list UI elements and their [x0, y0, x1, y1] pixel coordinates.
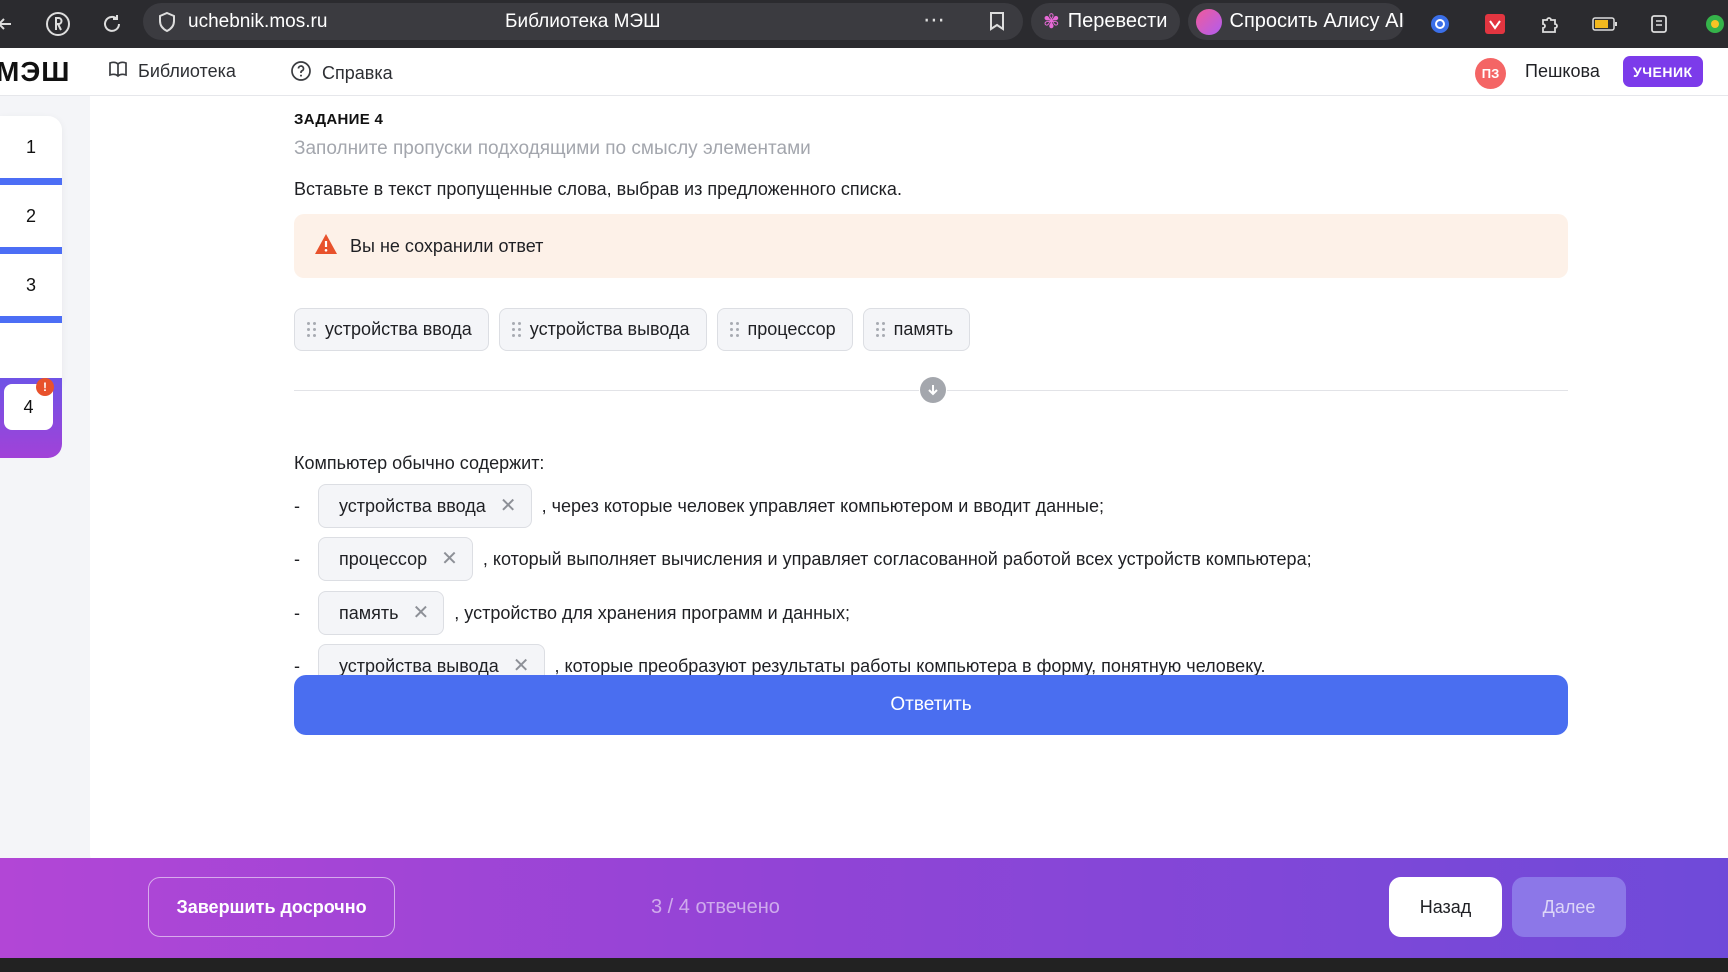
option-chip[interactable]: устройства ввода	[294, 308, 489, 351]
row-dash: -	[294, 495, 300, 516]
remove-icon[interactable]: ✕	[413, 603, 430, 623]
row-dash: -	[294, 655, 300, 676]
alice-icon	[1196, 8, 1222, 35]
drag-handle-icon	[307, 322, 316, 337]
nav-help[interactable]: Справка	[290, 60, 393, 87]
option-chip[interactable]: память	[862, 308, 971, 351]
option-chips: устройства ввода устройства вывода проце…	[294, 308, 971, 351]
text-intro: Компьютер обычно содержит:	[294, 453, 545, 473]
question-1-button[interactable]: 1	[0, 116, 62, 178]
task-card: ЗАДАНИЕ 4 Заполните пропуски подходящими…	[90, 96, 1728, 868]
nav-library[interactable]: Библиотека	[108, 60, 236, 83]
drag-handle-icon	[729, 322, 739, 337]
browser-extension-icon[interactable]	[1700, 9, 1728, 39]
avatar[interactable]: ПЗ	[1475, 58, 1506, 89]
question-1-progress	[0, 178, 62, 185]
yandex-icon[interactable]	[43, 9, 73, 39]
extension-red-icon[interactable]	[1480, 9, 1510, 39]
task-instruction: Вставьте в текст пропущенные слова, выбр…	[294, 179, 902, 199]
remove-icon[interactable]: ✕	[441, 549, 458, 569]
role-badge: УЧЕНИК	[1623, 56, 1703, 87]
filled-gap[interactable]: устройства ввода ✕	[318, 484, 532, 528]
option-chip[interactable]: устройства вывода	[498, 308, 707, 351]
next-button[interactable]: Далее	[1512, 877, 1626, 937]
row-dash: -	[294, 548, 300, 569]
option-chip[interactable]: процессор	[716, 308, 853, 351]
question-2-button[interactable]: 2	[0, 185, 62, 247]
gap-row: - процессор ✕ , который выполняет вычисл…	[294, 537, 1312, 581]
bottom-bar: Завершить досрочно 3 / 4 отвечено Назад …	[0, 858, 1728, 958]
gap-row: - память ✕ , устройство для хранения про…	[294, 591, 850, 635]
task-title: ЗАДАНИЕ 4	[294, 111, 384, 128]
mesh-logo[interactable]: МЭШ	[0, 56, 70, 88]
question-3-progress	[0, 316, 62, 323]
puzzle-icon[interactable]	[1535, 9, 1565, 39]
notes-icon[interactable]	[1645, 9, 1675, 39]
address-host: uchebnik.mos.ru	[188, 11, 328, 32]
translate-icon: ✾	[1043, 11, 1060, 33]
help-icon	[290, 60, 312, 87]
extension-blue-icon[interactable]	[1425, 9, 1455, 39]
answered-progress: 3 / 4 отвечено	[651, 896, 780, 918]
gap-row: - устройства ввода ✕ , через которые чел…	[294, 484, 1104, 528]
shield-icon	[157, 11, 177, 38]
question-3-button[interactable]: 3	[0, 254, 62, 316]
filled-gap[interactable]: процессор ✕	[318, 537, 473, 581]
top-navigation: МЭШ Библиотека Справка ПЗ Пешкова УЧЕНИК	[0, 48, 1728, 96]
arrow-down-icon	[919, 376, 947, 404]
row-text: , через которые человек управляет компью…	[541, 495, 1105, 516]
warning-triangle-icon	[314, 233, 338, 260]
bookmark-icon[interactable]	[989, 11, 1005, 36]
row-dash: -	[294, 602, 300, 623]
task-subtitle: Заполните пропуски подходящими по смыслу…	[294, 138, 811, 159]
app-area: МЭШ Библиотека Справка ПЗ Пешкова УЧЕНИК…	[0, 48, 1728, 868]
reload-icon[interactable]	[97, 9, 127, 39]
unsaved-warning-badge: !	[36, 378, 54, 396]
filled-gap[interactable]: память ✕	[318, 591, 445, 635]
battery-icon	[1590, 9, 1620, 39]
row-text: , устройство для хранения программ и дан…	[454, 602, 850, 623]
drag-handle-icon	[511, 322, 521, 337]
unsaved-warning: Вы не сохранили ответ	[294, 214, 1568, 278]
translate-button[interactable]: ✾ Перевести	[1031, 3, 1180, 40]
finish-early-button[interactable]: Завершить досрочно	[148, 877, 395, 937]
more-icon[interactable]: ⋯	[923, 7, 945, 33]
question-navigator: 1 2 3	[0, 116, 62, 390]
back-arrow-icon[interactable]	[0, 9, 20, 39]
row-text: , который выполняет вычисления и управля…	[482, 548, 1312, 569]
ask-alice-button[interactable]: Спросить Алису AI	[1188, 3, 1404, 40]
page-title: Библиотека МЭШ	[505, 11, 661, 32]
taskbar-strip	[0, 958, 1728, 972]
browser-toolbar: uchebnik.mos.ru Библиотека МЭШ ⋯ ✾ Перев…	[0, 0, 1728, 48]
row-text: , которые преобразуют результаты работы …	[554, 655, 1266, 676]
submit-answer-button[interactable]: Ответить	[294, 675, 1568, 735]
user-name[interactable]: Пешкова	[1525, 61, 1600, 82]
book-icon	[108, 60, 128, 83]
remove-icon[interactable]: ✕	[513, 656, 530, 676]
drag-handle-icon	[875, 322, 885, 337]
address-bar[interactable]: uchebnik.mos.ru Библиотека МЭШ ⋯	[143, 3, 1023, 40]
warning-text: Вы не сохранили ответ	[350, 235, 544, 256]
question-2-progress	[0, 247, 62, 254]
back-button[interactable]: Назад	[1389, 877, 1502, 937]
remove-icon[interactable]: ✕	[500, 496, 517, 516]
